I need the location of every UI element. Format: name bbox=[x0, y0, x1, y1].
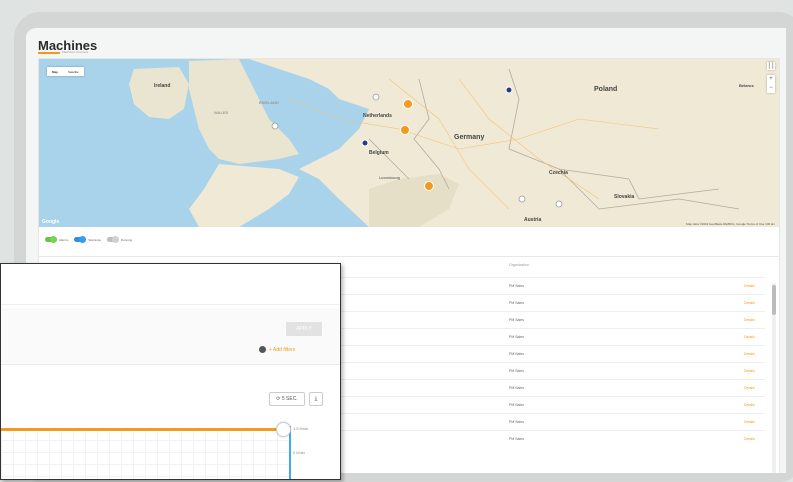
organization-cell: PM Sales bbox=[509, 301, 524, 305]
chart-area: ⟳ 5 SEC. ⤓ 1.5 l/min 0 l/min bbox=[1, 368, 340, 479]
details-link[interactable]: Details bbox=[744, 437, 755, 441]
page-subtitle: Machines Overview bbox=[62, 50, 89, 54]
marker-white bbox=[372, 93, 380, 101]
toggle-icon[interactable] bbox=[106, 237, 119, 242]
organization-cell: PM Sales bbox=[509, 403, 524, 407]
map-view[interactable]: Poland Germany Netherlands Belgium Czech… bbox=[39, 59, 779, 227]
label-belgium: Belgium bbox=[369, 150, 389, 156]
organization-cell: PM Sales bbox=[509, 318, 524, 322]
refresh-interval-button[interactable]: ⟳ 5 SEC. bbox=[269, 392, 305, 406]
title-underline bbox=[38, 52, 60, 54]
fullscreen-icon[interactable]: [ ] bbox=[767, 62, 775, 70]
details-link[interactable]: Details bbox=[744, 369, 755, 373]
organization-cell: PM Sales bbox=[509, 386, 524, 390]
marker-blue bbox=[361, 139, 369, 147]
organization-cell: PM Sales bbox=[509, 420, 524, 424]
details-link[interactable]: Details bbox=[744, 301, 755, 305]
add-filter-label[interactable]: + Add filters bbox=[269, 347, 295, 353]
label-poland: Poland bbox=[594, 86, 617, 93]
label-luxembourg: Luxembourg bbox=[379, 176, 400, 180]
series-line bbox=[1, 428, 284, 431]
marker-orange bbox=[424, 181, 434, 191]
details-link[interactable]: Details bbox=[744, 386, 755, 390]
legend-alarms[interactable]: Alarms bbox=[45, 237, 68, 242]
zoom-in-button[interactable]: + bbox=[767, 75, 775, 84]
zoom-out-button[interactable]: − bbox=[767, 84, 775, 93]
label-wales: WALES bbox=[214, 110, 229, 115]
download-icon[interactable]: ⤓ bbox=[309, 392, 323, 406]
time-cursor-handle[interactable] bbox=[276, 422, 291, 437]
map-type-control: Map Satellite bbox=[47, 67, 84, 76]
organization-cell: PM Sales bbox=[509, 284, 524, 288]
chart-detail-overlay: APPLY + Add filters ⟳ 5 SEC. ⤓ 1.5 l/min… bbox=[0, 263, 341, 480]
gear-icon[interactable] bbox=[259, 346, 266, 353]
google-logo: Google bbox=[42, 219, 60, 225]
apply-button[interactable]: APPLY bbox=[286, 322, 322, 336]
details-link[interactable]: Details bbox=[744, 335, 755, 339]
label-netherlands: Netherlands bbox=[363, 113, 392, 119]
marker-white bbox=[555, 200, 563, 208]
marker-white bbox=[518, 195, 526, 203]
zoom-control: + − bbox=[767, 75, 775, 93]
column-header-organization[interactable]: Organization bbox=[509, 263, 529, 267]
organization-cell: PM Sales bbox=[509, 437, 524, 441]
scrollbar-thumb[interactable] bbox=[772, 285, 776, 315]
filter-panel bbox=[1, 308, 340, 365]
y-axis-label: 1.5 l/min bbox=[293, 426, 309, 431]
details-link[interactable]: Details bbox=[744, 352, 755, 356]
marker-orange bbox=[403, 99, 413, 109]
marker-orange bbox=[400, 125, 410, 135]
map-canvas: Poland Germany Netherlands Belgium Czech… bbox=[39, 59, 779, 227]
legend-running[interactable]: Running bbox=[106, 237, 132, 242]
overlay-header bbox=[1, 264, 340, 305]
label-austria: Austria bbox=[524, 217, 541, 223]
organization-cell: PM Sales bbox=[509, 335, 524, 339]
organization-cell: PM Sales bbox=[509, 369, 524, 373]
label-czechia: Czechia bbox=[549, 170, 568, 176]
label-germany: Germany bbox=[454, 134, 484, 141]
chart-grid bbox=[1, 428, 289, 479]
add-filter-button[interactable]: + Add filters bbox=[259, 346, 295, 353]
toggle-icon[interactable] bbox=[45, 237, 57, 242]
organization-cell: PM Sales bbox=[509, 352, 524, 356]
details-link[interactable]: Details bbox=[744, 403, 755, 407]
details-link[interactable]: Details bbox=[744, 420, 755, 424]
map-terms: Map data ©2019 GeoBasis-DE/BKG, Google T… bbox=[686, 222, 775, 226]
map-type-satellite[interactable]: Satellite bbox=[63, 67, 84, 76]
marker-white bbox=[271, 122, 279, 130]
legend-warnings[interactable]: Warnings bbox=[74, 237, 101, 242]
label-ireland: Ireland bbox=[154, 83, 170, 89]
map-type-map[interactable]: Map bbox=[47, 67, 63, 76]
marker-blue bbox=[505, 86, 513, 94]
details-link[interactable]: Details bbox=[744, 318, 755, 322]
label-belarus: Belarus bbox=[739, 83, 754, 88]
label-slovakia: Slovakia bbox=[614, 194, 635, 200]
details-link[interactable]: Details bbox=[744, 284, 755, 288]
y-axis-label: 0 l/min bbox=[293, 450, 305, 455]
map-card: Poland Germany Netherlands Belgium Czech… bbox=[38, 58, 780, 274]
map-legend: Alarms Warnings Running bbox=[45, 237, 132, 242]
label-england: ENGLAND bbox=[259, 100, 279, 105]
toggle-icon[interactable] bbox=[74, 237, 87, 242]
